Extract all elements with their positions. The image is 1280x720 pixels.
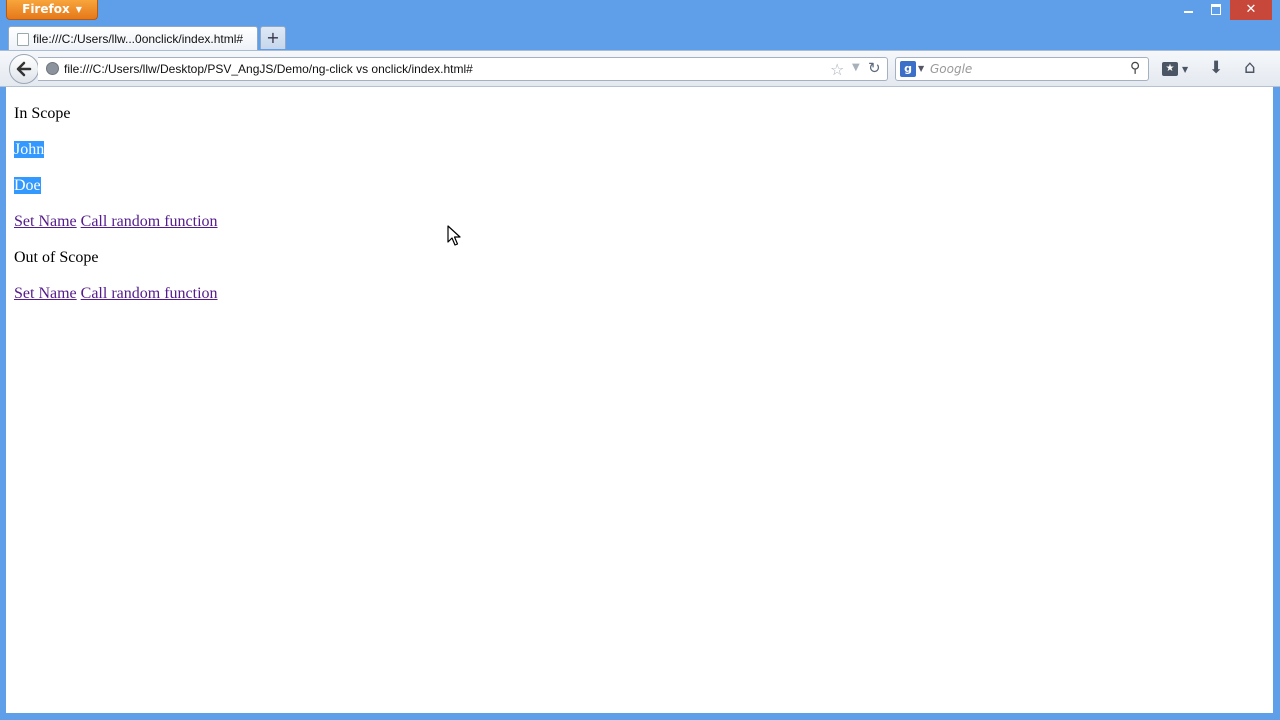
in-scope-links: Set Name Call random function — [14, 213, 218, 231]
chevron-down-icon[interactable]: ▼ — [918, 64, 924, 73]
bookmarks-icon: ★ — [1162, 62, 1178, 76]
close-icon: ✕ — [1245, 2, 1257, 17]
home-icon[interactable]: ⌂ — [1244, 57, 1255, 78]
url-input[interactable] — [64, 60, 804, 78]
page-icon — [17, 33, 29, 46]
in-scope-heading: In Scope — [14, 105, 71, 122]
first-name-row: John — [14, 141, 45, 159]
search-bar[interactable]: g ▼ ⚲ — [895, 57, 1149, 81]
download-icon[interactable]: ⬇ — [1209, 58, 1223, 78]
close-button[interactable]: ✕ — [1230, 0, 1272, 20]
out-scope-heading: Out of Scope — [14, 249, 99, 266]
url-bar[interactable]: ☆ ▼ ↻ — [38, 57, 888, 81]
search-engine-icon[interactable]: g — [900, 61, 916, 77]
history-dropdown-icon[interactable]: ▼ — [852, 62, 860, 73]
tab-active[interactable]: file:///C:/Users/llw...0onclick/index.ht… — [8, 26, 258, 50]
last-name-row: Doe — [14, 177, 41, 195]
maximize-icon — [1211, 4, 1221, 15]
in-scope-random-function-link[interactable]: Call random function — [81, 213, 218, 230]
back-button[interactable] — [9, 54, 39, 84]
reload-icon[interactable]: ↻ — [868, 59, 881, 77]
first-name-text: John — [14, 141, 45, 158]
in-scope-set-name-link[interactable]: Set Name — [14, 213, 77, 230]
chevron-down-icon: ▼ — [75, 5, 82, 14]
bookmark-star-icon[interactable]: ☆ — [830, 60, 844, 79]
out-scope-links: Set Name Call random function — [14, 285, 218, 303]
maximize-button[interactable] — [1202, 0, 1230, 20]
navigation-toolbar: ☆ ▼ ↻ g ▼ ⚲ ★ ▼ ⬇ ⌂ — [0, 50, 1280, 87]
page-content: In Scope John Doe Set Name Call random f… — [6, 87, 1273, 713]
bookmarks-menu-button[interactable]: ★ ▼ — [1162, 61, 1192, 79]
minimize-icon — [1183, 11, 1193, 13]
plus-icon: + — [266, 28, 280, 47]
out-scope-random-function-link[interactable]: Call random function — [81, 285, 218, 302]
search-icon[interactable]: ⚲ — [1130, 60, 1140, 76]
firefox-menu-label: Firefox — [22, 2, 70, 16]
out-scope-set-name-link[interactable]: Set Name — [14, 285, 77, 302]
globe-icon — [46, 62, 59, 75]
chevron-down-icon: ▼ — [1182, 65, 1189, 74]
minimize-button[interactable] — [1174, 0, 1202, 20]
last-name-text: Doe — [14, 177, 41, 194]
back-arrow-icon — [16, 61, 32, 77]
search-input[interactable] — [930, 61, 1120, 77]
mouse-cursor-icon — [447, 225, 461, 246]
title-bar: Firefox ▼ ✕ — [0, 0, 1280, 24]
tab-title: file:///C:/Users/llw...0onclick/index.ht… — [33, 32, 244, 46]
firefox-menu-button[interactable]: Firefox ▼ — [6, 0, 98, 20]
new-tab-button[interactable]: + — [260, 26, 286, 49]
